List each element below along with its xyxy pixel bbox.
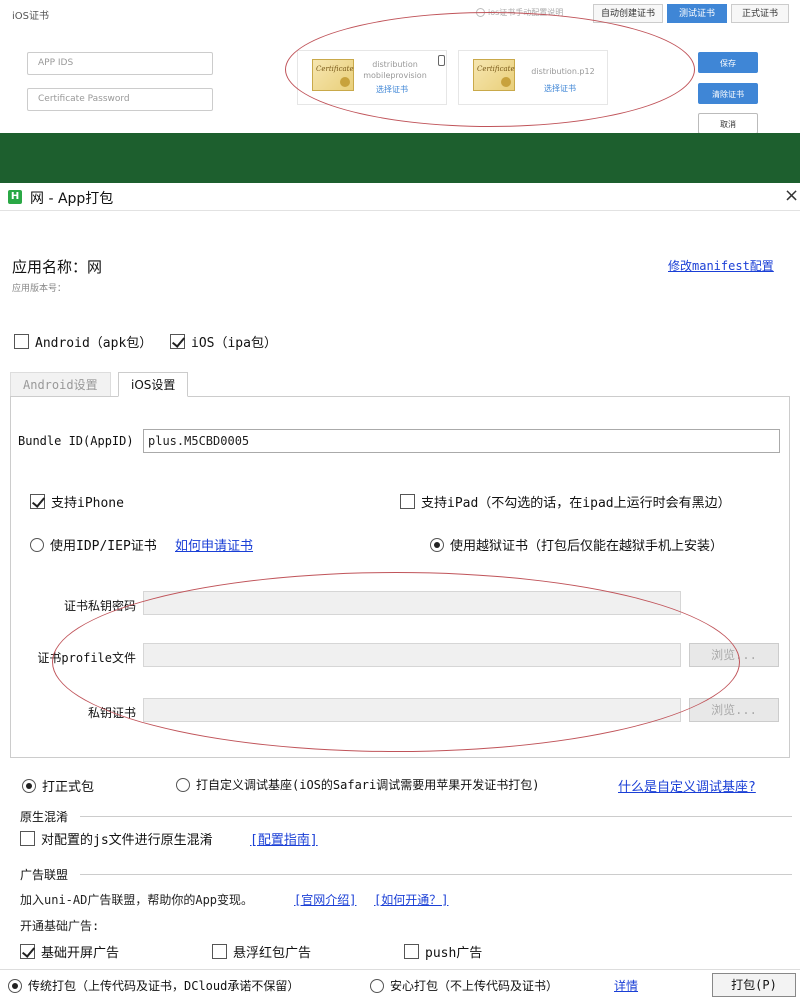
tab-android-settings[interactable]: Android设置 (10, 372, 111, 397)
formal-build-radio[interactable]: 打正式包 (22, 776, 94, 795)
custom-base-radio[interactable]: 打自定义调试基座(iOS的Safari调试需要用苹果开发证书打包) (176, 776, 539, 793)
p12-file-name: distribution.p12 (531, 67, 595, 76)
close-icon[interactable]: × (784, 185, 799, 206)
private-cert-label: 私钥证书 (87, 706, 136, 720)
panel-title: iOS证书 (12, 11, 49, 22)
support-iphone-label: 支持iPhone (51, 496, 124, 511)
splash-ad-label: 基础开屏广告 (41, 946, 120, 961)
radio-icon (176, 777, 190, 792)
key-password-label: 证书私钥密码 (63, 599, 136, 613)
radio-selected-icon (430, 537, 444, 552)
certificate-icon: Certificate (473, 59, 515, 91)
use-jailbreak-radio[interactable]: 使用越狱证书（打包后仅能在越狱手机上安装） (430, 535, 723, 554)
pack-details-link[interactable]: 详情 (614, 977, 638, 994)
ios-platform-label: iOS（ipa包） (191, 336, 277, 351)
android-platform-label: Android（apk包） (35, 336, 153, 351)
float-redpack-ad-label: 悬浮红包广告 (233, 946, 312, 961)
splash-ad-checkbox[interactable]: 基础开屏广告 (20, 942, 119, 961)
ios-platform-checkbox[interactable]: iOS（ipa包） (170, 332, 277, 351)
tab-auto-create[interactable]: 自动创建证书 (593, 4, 663, 23)
obfuscation-checkbox[interactable]: 对配置的js文件进行原生混淆 (20, 829, 213, 848)
checkbox-icon (400, 494, 415, 509)
provision-cert-card[interactable]: Certificate distribution mobileprovision… (297, 50, 447, 105)
group-divider (80, 816, 792, 817)
use-idp-label: 使用IDP/IEP证书 (50, 539, 157, 554)
p12-cert-card[interactable]: Certificate distribution.p12 选择证书 (458, 50, 608, 105)
cancel-button[interactable]: 取消 (698, 113, 758, 134)
private-cert-input[interactable] (143, 698, 681, 722)
tab-formal-cert[interactable]: 正式证书 (731, 4, 789, 23)
tab-ios-settings[interactable]: iOS设置 (118, 372, 189, 397)
obfuscation-group-title: 原生混淆 (20, 810, 69, 824)
radio-icon (30, 537, 44, 552)
support-iphone-checkbox[interactable]: 支持iPhone (30, 492, 124, 511)
profile-file-input[interactable] (143, 643, 681, 667)
checkbox-icon (212, 944, 227, 959)
push-ad-checkbox[interactable]: push广告 (404, 942, 482, 961)
obfuscation-label: 对配置的js文件进行原生混淆 (41, 833, 213, 848)
ads-intro: 加入uni-AD广告联盟，帮助你的App变现。 (20, 893, 254, 907)
app-name: 应用名称：网 (12, 258, 103, 276)
ads-official-link[interactable]: [官网介绍] (294, 891, 356, 908)
dialog-title: 网 - App打包 (30, 191, 114, 207)
support-ipad-checkbox[interactable]: 支持iPad（不勾选的话，在ipad上运行时会有黑边） (400, 492, 731, 511)
browse-profile-button[interactable]: 浏览... (689, 643, 779, 667)
browse-private-cert-button[interactable]: 浏览... (689, 698, 779, 722)
radio-icon (370, 978, 384, 993)
key-password-input[interactable] (143, 591, 681, 615)
float-redpack-ad-checkbox[interactable]: 悬浮红包广告 (212, 942, 311, 961)
manual-config-radio[interactable]: ios证书手动配置说明 (476, 7, 563, 18)
provision-file-name-2: mobileprovision (363, 71, 427, 80)
traditional-pack-radio[interactable]: 传统打包（上传代码及证书，DCloud承诺不保留） (8, 977, 299, 994)
provision-file-name-1: distribution (372, 60, 418, 69)
use-idp-radio[interactable]: 使用IDP/IEP证书 (30, 535, 157, 554)
checkbox-icon (14, 334, 29, 349)
certificate-icon: Certificate (312, 59, 354, 91)
ads-group-title: 广告联盟 (20, 868, 69, 882)
cert-password-input[interactable]: Certificate Password (27, 88, 213, 111)
use-jailbreak-label: 使用越狱证书（打包后仅能在越狱手机上安装） (450, 539, 724, 554)
radio-selected-icon (8, 978, 22, 993)
radio-icon (476, 8, 485, 17)
safe-pack-label: 安心打包（不上传代码及证书） (390, 979, 559, 993)
obfuscation-guide-link[interactable]: [配置指南] (250, 829, 318, 848)
checkbox-checked-icon (170, 334, 185, 349)
android-platform-checkbox[interactable]: Android（apk包） (14, 332, 152, 351)
support-ipad-label: 支持iPad（不勾选的话，在ipad上运行时会有黑边） (421, 496, 731, 511)
radio-selected-icon (22, 778, 36, 793)
select-provision-link[interactable]: 选择证书 (376, 84, 408, 95)
dialog-titlebar (0, 183, 800, 211)
save-button[interactable]: 保存 (698, 52, 758, 73)
checkbox-checked-icon (30, 494, 45, 509)
traditional-pack-label: 传统打包（上传代码及证书，DCloud承诺不保留） (28, 979, 300, 993)
hbuilder-logo-icon: H (8, 190, 22, 204)
push-ad-label: push广告 (425, 946, 483, 961)
how-to-apply-link[interactable]: 如何申请证书 (175, 535, 253, 554)
pack-button[interactable]: 打包(P) (712, 973, 796, 997)
profile-label: 证书profile文件 (37, 651, 136, 665)
select-p12-link[interactable]: 选择证书 (544, 83, 576, 94)
background-band (0, 133, 800, 183)
custom-base-label: 打自定义调试基座(iOS的Safari调试需要用苹果开发证书打包) (196, 778, 540, 792)
formal-build-label: 打正式包 (42, 780, 95, 795)
group-divider (80, 874, 792, 875)
bundle-id-input[interactable]: plus.M5CBD0005 (143, 429, 780, 453)
ads-how-link[interactable]: [如何开通？] (374, 891, 448, 908)
certificate-panel: iOS证书 ios证书手动配置说明 自动创建证书 测试证书 正式证书 APP I… (0, 0, 800, 134)
edit-manifest-link[interactable]: 修改manifest配置 (668, 257, 774, 274)
app-version: 应用版本号： (12, 284, 67, 294)
basic-ads-label: 开通基础广告: (20, 919, 100, 933)
manual-config-label: ios证书手动配置说明 (488, 8, 564, 17)
what-is-custom-base-link[interactable]: 什么是自定义调试基座? (618, 776, 756, 795)
checkbox-icon (404, 944, 419, 959)
tab-test-cert[interactable]: 测试证书 (667, 4, 727, 23)
safe-pack-radio[interactable]: 安心打包（不上传代码及证书） (370, 977, 558, 994)
clear-cert-button[interactable]: 清除证书 (698, 83, 758, 104)
app-ids-input[interactable]: APP IDS (27, 52, 213, 75)
bundle-id-label: Bundle ID(AppID) (18, 434, 134, 448)
checkbox-icon (20, 831, 35, 846)
checkbox-checked-icon (20, 944, 35, 959)
phone-icon (438, 55, 445, 66)
